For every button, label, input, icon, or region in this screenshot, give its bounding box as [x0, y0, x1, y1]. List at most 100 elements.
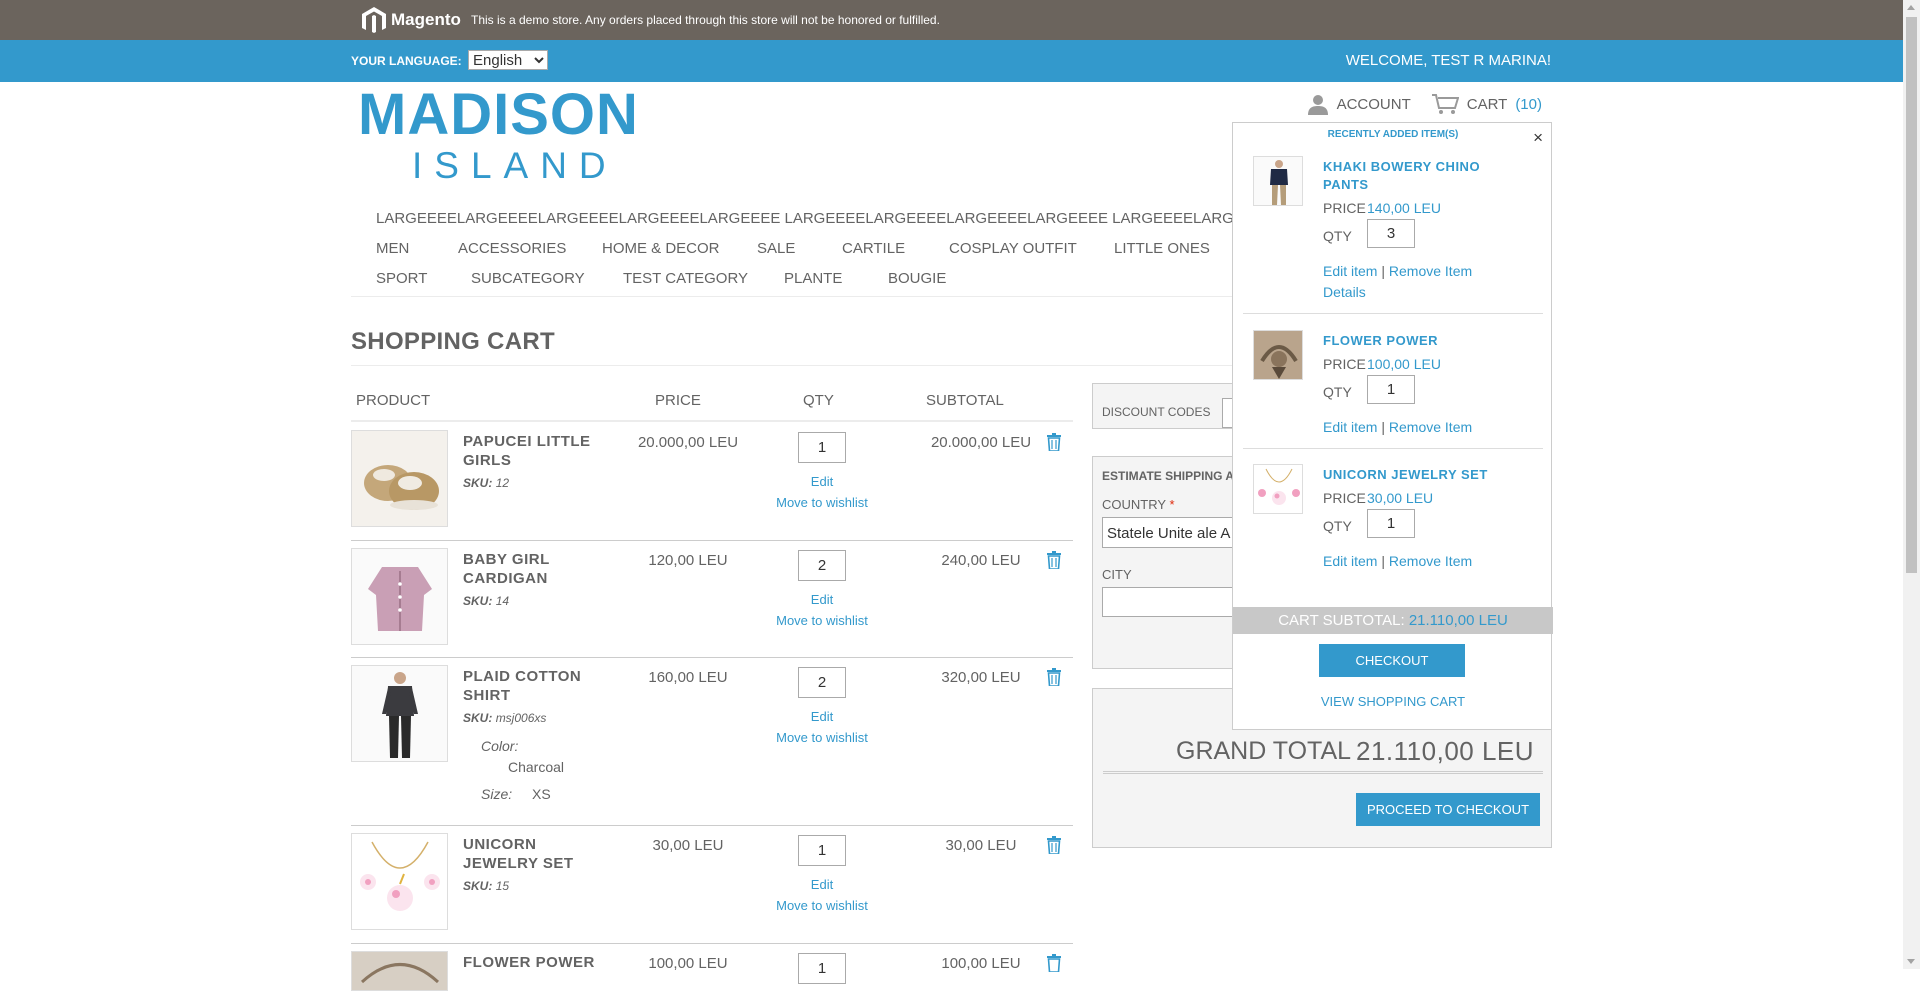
nav-item-home-decor[interactable]: HOME & DECOR [602, 240, 720, 257]
minicart-remove-link[interactable]: Remove Item [1389, 263, 1472, 279]
minicart-divider [1243, 448, 1543, 449]
nav-item-test-category[interactable]: TEST CATEGORY [623, 270, 748, 287]
scroll-down-arrow-icon[interactable] [1907, 959, 1915, 964]
minicart-item: FLOWER POWER PRICE 100,00 LEU QTY 1 Edit… [1243, 330, 1543, 455]
minicart-details-link[interactable]: Details [1323, 284, 1366, 300]
product-thumbnail[interactable] [351, 665, 448, 762]
page-scrollbar[interactable] [1903, 0, 1920, 969]
edit-link[interactable]: Edit [751, 709, 893, 724]
minicart-remove-link[interactable]: Remove Item [1389, 419, 1472, 435]
cart-row: FLOWER POWER 100,00 LEU 1 100,00 LEU [351, 943, 1073, 991]
minicart-thumbnail[interactable] [1253, 330, 1303, 380]
sku-label: SKU: [463, 711, 493, 725]
nav-item-large[interactable]: LARGEEEELARGEEEELARGEEEELARGEEEELARGEEEE… [376, 210, 1236, 227]
language-bar: YOUR LANGUAGE: English WELCOME, TEST R M… [0, 40, 1903, 82]
qty-input[interactable]: 1 [798, 432, 846, 463]
product-sku: SKU: 14 [463, 594, 509, 608]
product-name[interactable]: PLAID COTTON SHIRT [463, 667, 603, 705]
minicart-edit-link[interactable]: Edit item [1323, 553, 1377, 569]
minicart-item-name[interactable]: UNICORN JEWELRY SET [1323, 466, 1523, 484]
proceed-to-checkout-button[interactable]: PROCEED TO CHECKOUT [1356, 793, 1540, 826]
view-shopping-cart-link[interactable]: VIEW SHOPPING CART [1233, 694, 1553, 709]
sku-label: SKU: [463, 476, 493, 490]
minicart-item: UNICORN JEWELRY SET PRICE 30,00 LEU QTY … [1243, 464, 1543, 589]
scroll-up-arrow-icon[interactable] [1907, 5, 1915, 10]
nav-item-accessories[interactable]: ACCESSORIES [458, 240, 566, 257]
nav-item-men[interactable]: MEN [376, 240, 409, 257]
minicart-edit-link[interactable]: Edit item [1323, 263, 1377, 279]
country-label: COUNTRY * [1102, 497, 1175, 512]
shoes-image [352, 431, 447, 526]
minicart-item-name[interactable]: FLOWER POWER [1323, 332, 1523, 350]
product-name[interactable]: PAPUCEI LITTLE GIRLS [463, 432, 603, 470]
nav-item-cosplay-outfit[interactable]: COSPLAY OUTFIT [949, 240, 1077, 257]
minicart-thumbnail[interactable] [1253, 156, 1303, 206]
trash-icon[interactable] [1046, 433, 1062, 451]
minicart-remove-link[interactable]: Remove Item [1389, 553, 1472, 569]
qty-input[interactable]: 2 [798, 667, 846, 698]
minicart-item-actions: Edit item | Remove Item [1323, 419, 1472, 435]
move-to-wishlist-link[interactable]: Move to wishlist [751, 730, 893, 745]
edit-link[interactable]: Edit [751, 592, 893, 607]
product-thumbnail[interactable] [351, 833, 448, 930]
nav-item-subcategory[interactable]: SUBCATEGORY [471, 270, 585, 287]
product-thumbnail[interactable] [351, 951, 448, 991]
grand-total-value: 21.110,00 LEU [1356, 736, 1535, 766]
cardigan-image [352, 549, 447, 644]
minicart-qty-input[interactable]: 3 [1367, 219, 1415, 248]
edit-link[interactable]: Edit [751, 877, 893, 892]
minicart-checkout-button[interactable]: CHECKOUT [1319, 644, 1465, 677]
site-logo[interactable]: MADISON ISLAND [358, 82, 639, 186]
product-name[interactable]: UNICORN JEWELRY SET [463, 835, 603, 873]
minicart-thumbnail[interactable] [1253, 464, 1303, 514]
product-sku: SKU: 15 [463, 879, 509, 893]
minicart-edit-link[interactable]: Edit item [1323, 419, 1377, 435]
unicorn-jewelry-thumb [1254, 465, 1302, 513]
minicart-item-actions: Edit item | Remove Item [1323, 553, 1472, 569]
nav-item-sale[interactable]: SALE [757, 240, 795, 257]
move-to-wishlist-link[interactable]: Move to wishlist [751, 898, 893, 913]
qty-input[interactable]: 1 [798, 835, 846, 866]
user-icon [1307, 95, 1328, 115]
logo-line-2: ISLAND [412, 145, 618, 186]
nav-item-little-ones[interactable]: LITTLE ONES [1114, 240, 1210, 257]
product-thumbnail[interactable] [351, 548, 448, 645]
cart-link[interactable]: CART (10) [1431, 93, 1542, 115]
nav-item-cartile[interactable]: CARTILE [842, 240, 905, 257]
minicart-item-name[interactable]: KHAKI BOWERY CHINO PANTS [1323, 158, 1523, 194]
item-price: 30,00 LEU [652, 837, 724, 854]
logo-line-1: MADISON [358, 82, 639, 147]
sku-value: 14 [495, 594, 510, 608]
scrollbar-thumb[interactable] [1906, 17, 1917, 573]
option-size-value: XS [532, 786, 551, 802]
product-name[interactable]: BABY GIRL CARDIGAN [463, 550, 603, 588]
account-link[interactable]: ACCOUNT [1307, 93, 1411, 115]
qty-input[interactable]: 2 [798, 550, 846, 581]
minicart-qty-input[interactable]: 1 [1367, 509, 1415, 538]
product-thumbnail[interactable] [351, 430, 448, 527]
nav-item-bougie[interactable]: BOUGIE [888, 270, 946, 287]
trash-icon[interactable] [1046, 668, 1062, 686]
separator: | [1381, 553, 1385, 569]
edit-link[interactable]: Edit [751, 474, 893, 489]
trash-icon[interactable] [1046, 954, 1062, 972]
move-to-wishlist-link[interactable]: Move to wishlist [751, 613, 893, 628]
nav-item-plante[interactable]: PLANTE [784, 270, 842, 287]
language-select[interactable]: English [468, 50, 548, 70]
product-name[interactable]: FLOWER POWER [463, 953, 603, 972]
close-icon[interactable]: × [1533, 128, 1543, 148]
minicart-qty-label: QTY [1323, 518, 1352, 534]
move-to-wishlist-link[interactable]: Move to wishlist [751, 495, 893, 510]
account-label: ACCOUNT [1336, 95, 1411, 113]
discount-codes-label[interactable]: DISCOUNT CODES [1102, 405, 1210, 419]
minicart-price-label: PRICE [1323, 356, 1366, 372]
sku-label: SKU: [463, 879, 493, 893]
sku-value: 12 [495, 476, 510, 490]
trash-icon[interactable] [1046, 836, 1062, 854]
header-links: ACCOUNT CART (10) [1307, 93, 1542, 115]
estimate-shipping-heading: ESTIMATE SHIPPING AI [1102, 469, 1238, 483]
minicart-divider [1243, 313, 1543, 314]
minicart-qty-input[interactable]: 1 [1367, 375, 1415, 404]
trash-icon[interactable] [1046, 551, 1062, 569]
nav-item-sport[interactable]: SPORT [376, 270, 427, 287]
